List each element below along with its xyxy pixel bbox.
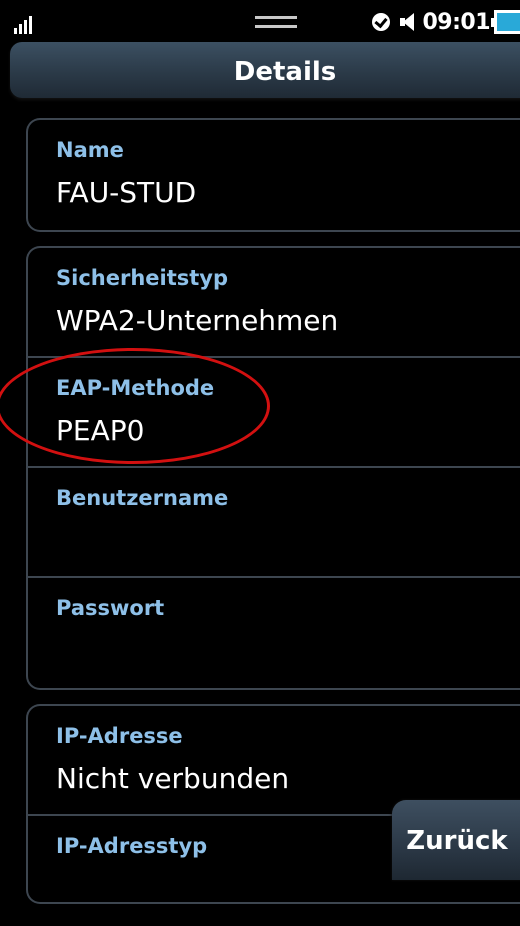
status-icons: 09:01 [372,8,520,36]
username-row[interactable]: Benutzername [28,468,520,578]
signal-icon [14,14,40,34]
handle-icon[interactable] [255,16,297,28]
username-label: Benutzername [56,486,229,510]
security-type-label: Sicherheitstyp [56,266,229,290]
password-row[interactable]: Passwort [28,578,520,688]
back-button-label: Zurück [406,826,508,856]
page-title: Details [233,57,337,87]
back-button[interactable]: Zurück [392,800,520,880]
alarm-icon [372,13,391,31]
title-bar: Details [10,42,520,98]
name-value: FAU-STUD [56,176,197,209]
status-bar: 09:01 [0,0,520,42]
name-label: Name [56,138,124,162]
network-name-card: Name FAU-STUD [26,118,520,232]
ip-type-label: IP-Adresstyp [56,834,208,858]
ip-address-label: IP-Adresse [56,724,183,748]
security-type-row[interactable]: Sicherheitstyp WPA2-Unternehmen [28,248,520,358]
battery-icon [491,10,520,34]
speaker-icon [400,12,418,32]
name-row: Name FAU-STUD [28,120,520,230]
security-card: Sicherheitstyp WPA2-Unternehmen EAP-Meth… [26,246,520,690]
clock-time: 09:01 [422,9,490,35]
security-type-value: WPA2-Unternehmen [56,304,339,337]
highlight-ellipse [0,348,270,464]
ip-address-value: Nicht verbunden [56,762,290,795]
password-label: Passwort [56,596,165,620]
